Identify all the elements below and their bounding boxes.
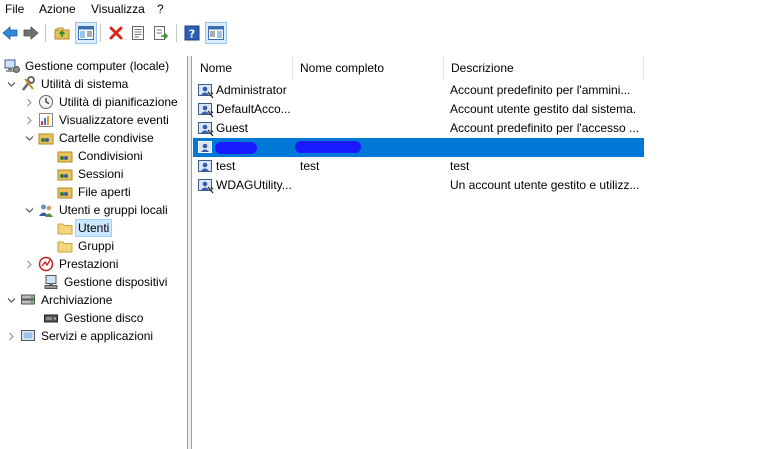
toolbar-separator	[176, 24, 177, 42]
menu-file[interactable]: File	[5, 2, 24, 16]
performance-icon	[38, 256, 54, 272]
cell-nome-completo	[300, 138, 440, 157]
expand-chevron-icon[interactable]	[24, 97, 34, 107]
table-row[interactable]: Guest Account predefinito per l'accesso …	[193, 119, 644, 138]
back-icon[interactable]	[0, 23, 20, 43]
properties-icon[interactable]	[128, 23, 148, 43]
tree-item-archiviazione[interactable]: Archiviazione	[6, 291, 114, 309]
column-header-descrizione[interactable]: Descrizione	[444, 56, 644, 80]
folder-icon	[57, 220, 73, 236]
expand-chevron-icon[interactable]	[24, 259, 34, 269]
cell-nome: Administrator	[216, 83, 287, 97]
menu-bar: File Azione Visualizza ?	[0, 0, 784, 19]
shares-icon	[57, 148, 73, 164]
up-folder-icon[interactable]	[52, 23, 72, 43]
table-row[interactable]: WDAGUtility... Un account utente gestito…	[193, 176, 644, 195]
cell-nome-completo	[300, 100, 440, 119]
user-account-icon	[198, 102, 214, 118]
pane-splitter[interactable]	[187, 56, 192, 449]
tree-item-prestazioni[interactable]: Prestazioni	[24, 255, 120, 273]
system-tools-icon	[20, 76, 36, 92]
user-account-icon	[198, 140, 214, 156]
user-account-icon	[198, 121, 214, 137]
collapse-chevron-icon[interactable]	[6, 295, 16, 305]
tree-item-utenti-e-gruppi-locali[interactable]: Utenti e gruppi locali	[24, 201, 170, 219]
sessions-icon	[57, 166, 73, 182]
tree-item-gestione-disco[interactable]: Gestione disco	[43, 309, 145, 327]
tree-item-utilita-di-sistema[interactable]: Utilità di sistema	[6, 75, 130, 93]
table-row[interactable]: test test test	[193, 157, 644, 176]
toolbar-separator	[100, 24, 101, 42]
cell-descrizione: Account predefinito per l'ammini...	[450, 83, 631, 97]
cell-descrizione: Account utente gestito dal sistema.	[450, 102, 637, 116]
menu-azione[interactable]: Azione	[39, 2, 76, 16]
collapse-chevron-icon[interactable]	[24, 205, 34, 215]
users-list-view: Nome Nome completo Descrizione Administr…	[193, 56, 784, 449]
tree-item-file-aperti[interactable]: File aperti	[57, 183, 133, 201]
cell-nome: test	[216, 159, 236, 173]
tree-item-condivisioni[interactable]: Condivisioni	[57, 147, 145, 165]
column-header-nome-completo[interactable]: Nome completo	[293, 56, 444, 80]
tree-item-gruppi[interactable]: Gruppi	[57, 237, 116, 255]
storage-icon	[20, 292, 36, 308]
expand-chevron-icon[interactable]	[24, 115, 34, 125]
column-header-nome[interactable]: Nome	[193, 56, 293, 80]
task-scheduler-icon	[38, 94, 54, 110]
cell-descrizione: test	[450, 159, 470, 173]
user-account-icon	[198, 178, 214, 194]
cell-nome: DefaultAcco...	[216, 102, 291, 116]
cell-descrizione: Un account utente gestito e utilizz...	[450, 178, 640, 192]
tree-item-sessioni[interactable]: Sessioni	[57, 165, 125, 183]
menu-visualizza[interactable]: Visualizza	[91, 2, 145, 16]
local-users-groups-icon	[38, 202, 54, 218]
table-row-selected[interactable]	[193, 138, 644, 157]
cell-nome: WDAGUtility...	[216, 178, 292, 192]
svg-text:?: ?	[189, 28, 195, 41]
toolbar-separator	[45, 24, 46, 42]
tree-item-gestione-computer[interactable]: Gestione computer (locale)	[4, 57, 171, 75]
computer-management-icon	[4, 58, 20, 74]
services-applications-icon	[20, 328, 36, 344]
menu-help[interactable]: ?	[157, 2, 164, 16]
disk-management-icon	[43, 310, 59, 326]
console-tree: Gestione computer (locale) Utilità di si…	[0, 56, 187, 449]
tree-item-utenti[interactable]: Utenti	[57, 219, 113, 237]
tree-item-cartelle-condivise[interactable]: Cartelle condivise	[24, 129, 156, 147]
action-pane-icon[interactable]	[205, 22, 227, 44]
toolbar: ?	[0, 20, 784, 46]
collapse-chevron-icon[interactable]	[24, 133, 34, 143]
cell-nome-completo	[300, 119, 440, 138]
help-icon[interactable]: ?	[182, 23, 202, 43]
folder-icon	[57, 238, 73, 254]
user-account-icon	[198, 159, 214, 175]
forward-icon[interactable]	[21, 23, 41, 43]
list-header: Nome Nome completo Descrizione	[193, 56, 784, 80]
collapse-chevron-icon[interactable]	[6, 79, 16, 89]
tree-item-gestione-dispositivi[interactable]: Gestione dispositivi	[43, 273, 169, 291]
cell-nome: Guest	[216, 121, 249, 135]
event-viewer-icon	[38, 112, 54, 128]
tree-item-servizi-e-applicazioni[interactable]: Servizi e applicazioni	[6, 327, 155, 345]
tree-item-visualizzatore-eventi[interactable]: Visualizzatore eventi	[24, 111, 171, 129]
cell-descrizione	[450, 138, 642, 157]
cell-descrizione: Account predefinito per l'accesso ...	[450, 121, 640, 135]
cell-nome-completo: test	[300, 159, 320, 173]
table-row[interactable]: DefaultAcco... Account utente gestito da…	[193, 100, 644, 119]
cell-nome	[216, 138, 292, 157]
delete-icon[interactable]	[106, 23, 126, 43]
user-account-icon	[198, 83, 214, 99]
expand-chevron-icon[interactable]	[6, 331, 16, 341]
device-manager-icon	[43, 274, 59, 290]
show-hide-tree-icon[interactable]	[75, 22, 97, 44]
export-list-icon[interactable]	[151, 23, 171, 43]
tree-item-utilita-di-pianificazione[interactable]: Utilità di pianificazione	[24, 93, 180, 111]
cell-nome-completo	[300, 81, 440, 100]
open-files-icon	[57, 184, 73, 200]
shared-folders-icon	[38, 130, 54, 146]
table-row[interactable]: Administrator Account predefinito per l'…	[193, 81, 644, 100]
cell-nome-completo	[300, 176, 440, 195]
